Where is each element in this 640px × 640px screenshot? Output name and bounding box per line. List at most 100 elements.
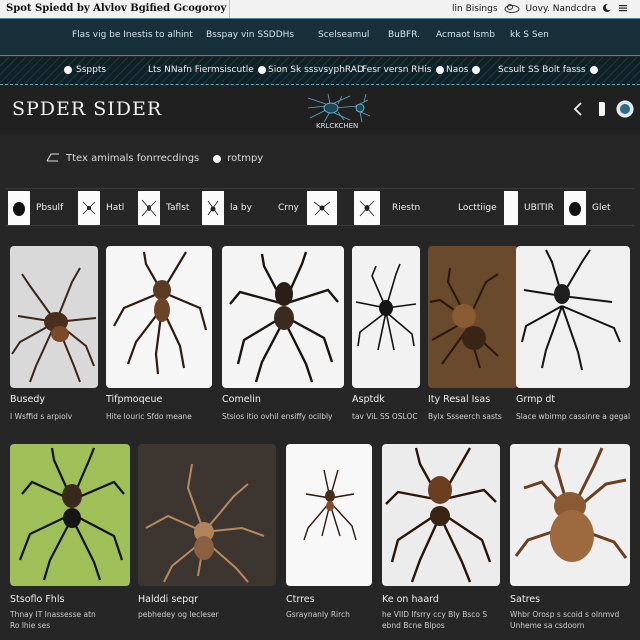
nav-primary-item[interactable]: Acmaot Ismb: [436, 30, 495, 40]
card-description: Bylx Ssseerch sasts: [428, 412, 502, 421]
spider-card[interactable]: Halddi sepqr pebhedey og lecleser: [138, 444, 276, 634]
browser-top-bar: Spot Spiedd by Alvlov Bgified Gcogoroy l…: [0, 0, 640, 18]
tab-label: Locttiige: [458, 203, 497, 213]
tab-category[interactable]: Riestn: [354, 191, 420, 225]
nav-secondary-item[interactable]: Scsult SS Bolt fasss: [498, 65, 598, 75]
spider-card[interactable]: Ctrres Gsraynanly Rirch: [286, 444, 372, 634]
card-description: Gsraynanly Rirch: [286, 610, 350, 619]
tab-label: Pbsulf: [36, 203, 64, 213]
spider-card[interactable]: Ity Resal Isas Bylx Ssseerch sasts: [428, 246, 518, 426]
top-link-1[interactable]: lin Bisings: [452, 4, 498, 14]
card-description: Whbr Orosp s scoid s olnmvd: [510, 610, 620, 619]
card-title[interactable]: Comelin: [222, 394, 261, 405]
nav-secondary-item[interactable]: Fesr versn RHis: [362, 65, 444, 75]
nav-primary-item[interactable]: BuBFR.: [388, 30, 420, 40]
nav-primary-item[interactable]: Bsspay vin SSDDHs: [206, 30, 294, 40]
card-description: I Wsffid s arpiolv: [10, 412, 73, 421]
nav-secondary-label: Sion Sk sssvsyphRAD: [268, 65, 364, 75]
bullet-icon: [257, 66, 266, 74]
logo-caption: KRLCKCHEN: [316, 122, 359, 130]
tab-category[interactable]: Taflst: [138, 191, 189, 225]
spider-card[interactable]: Tifpmoqeue Hite louric Sfdo meane: [106, 246, 212, 426]
tab-category[interactable]: Pbsulf: [8, 191, 63, 225]
nav-primary-item[interactable]: kk S Sen: [510, 30, 549, 40]
spider-thumb-icon: [564, 191, 586, 225]
nav-primary-item[interactable]: Scelseamul: [318, 30, 369, 40]
spider-card[interactable]: Grmp dt Slace wbirmp cassinre a gegal: [516, 246, 630, 426]
spider-card[interactable]: Comelin Stsios itio ovhil ensiffy ocilbl…: [222, 246, 344, 426]
bullet-icon: [589, 66, 598, 74]
spider-thumb-icon: [8, 191, 30, 225]
nav-secondary-item[interactable]: Naos: [446, 65, 481, 75]
filter-text: Ttex amimals fonrrecdings: [66, 153, 200, 164]
nav-secondary-label: Lts NNafn Fiermsiscutle: [148, 65, 254, 75]
radio-icon[interactable]: [213, 154, 222, 163]
card-title[interactable]: Asptdk: [352, 394, 385, 405]
card-description: Slace wbirmp cassinre a gegal: [516, 412, 631, 421]
card-title[interactable]: Halddi sepqr: [138, 594, 198, 605]
cloud-icon[interactable]: [504, 3, 520, 16]
menu-icon[interactable]: [618, 3, 628, 16]
card-title[interactable]: Tifpmoqeue: [106, 394, 162, 405]
card-title[interactable]: Satres: [510, 594, 540, 605]
tab-category[interactable]: Hatl: [78, 191, 124, 225]
spider-image[interactable]: [510, 444, 630, 586]
spider-thumb-icon: [504, 191, 518, 225]
spider-image[interactable]: [382, 444, 500, 586]
nav-secondary-item[interactable]: Ssppts: [64, 65, 106, 75]
filter-option[interactable]: rotmpy: [227, 153, 263, 164]
spider-thumb-icon: [306, 191, 337, 225]
nav-secondary-item[interactable]: Lts NNafn Fiermsiscutle: [148, 65, 266, 75]
edit-icon[interactable]: [46, 152, 60, 165]
card-title[interactable]: Grmp dt: [516, 394, 555, 405]
spider-image[interactable]: [516, 246, 630, 388]
secondary-nav: Ssppts Lts NNafn Fiermsiscutle Sion Sk s…: [0, 57, 640, 85]
card-description: pebhedey og lecleser: [138, 610, 219, 619]
card-title[interactable]: Ke on haard: [382, 594, 439, 605]
spider-image[interactable]: [352, 246, 420, 388]
nav-secondary-item[interactable]: Sion Sk sssvsyphRAD: [268, 65, 364, 75]
spider-image[interactable]: [106, 246, 212, 388]
tab-category[interactable]: Locttiige: [452, 191, 497, 225]
primary-nav: Flas vig be Inestis to alhint Bsspay vin…: [0, 18, 640, 56]
card-title[interactable]: Stsoflo Fhls: [10, 594, 64, 605]
spider-image[interactable]: [428, 246, 518, 388]
page-icon[interactable]: [594, 101, 606, 121]
spider-card[interactable]: Satres Whbr Orosp s scoid s olnmvd Unhem…: [510, 444, 630, 634]
tab-category[interactable]: Crny: [272, 191, 337, 225]
card-description: Hite louric Sfdo meane: [106, 412, 192, 421]
spider-image[interactable]: [138, 444, 276, 586]
spider-card[interactable]: Stsoflo Fhls Thnay IT Inassesse atn Ro l…: [10, 444, 130, 634]
tab-category[interactable]: la by: [202, 191, 252, 225]
spider-image[interactable]: [10, 444, 130, 586]
browser-top-right: lin Bisings Uovy. Nandcdra: [452, 0, 628, 18]
card-title[interactable]: Ity Resal Isas: [428, 394, 490, 405]
bullet-icon: [435, 66, 444, 74]
card-title[interactable]: Busedy: [10, 394, 45, 405]
card-description: tav ViL SS OSLOC: [352, 412, 418, 421]
chevron-left-icon[interactable]: [572, 101, 584, 121]
spider-thumb-icon: [138, 191, 160, 225]
tab-label: UBITIR: [524, 203, 554, 213]
card-title[interactable]: Ctrres: [286, 594, 315, 605]
spider-image[interactable]: [10, 246, 98, 388]
card-description: Thnay IT Inassesse atn: [10, 610, 96, 619]
spider-logo[interactable]: KRLCKCHEN: [298, 92, 384, 132]
bullet-icon: [64, 66, 72, 74]
filter-bar: Ttex amimals fonrrecdings rotmpy: [46, 152, 263, 165]
spider-image[interactable]: [286, 444, 372, 586]
moon-icon[interactable]: [602, 3, 613, 16]
tab-label: Riestn: [392, 203, 421, 213]
globe-icon[interactable]: [616, 100, 634, 122]
spider-card[interactable]: Ke on haard he VIID Ifsrry ccy Bly Bsco …: [382, 444, 500, 634]
card-description: Unheme sa csdoorn: [510, 621, 585, 630]
site-title[interactable]: Spot Spiedd by Alvlov Bgified Gcogoroy: [0, 0, 230, 18]
spider-card[interactable]: Busedy I Wsffid s arpiolv: [10, 246, 98, 426]
tab-category[interactable]: UBITIR: [504, 191, 554, 225]
tab-category[interactable]: Glet: [564, 191, 611, 225]
nav-primary-item[interactable]: Flas vig be Inestis to alhint: [72, 30, 193, 40]
spider-card[interactable]: Asptdk tav ViL SS OSLOC: [352, 246, 420, 426]
top-link-2[interactable]: Uovy. Nandcdra: [526, 4, 597, 14]
tab-label: la by: [230, 203, 252, 213]
spider-image[interactable]: [222, 246, 344, 388]
